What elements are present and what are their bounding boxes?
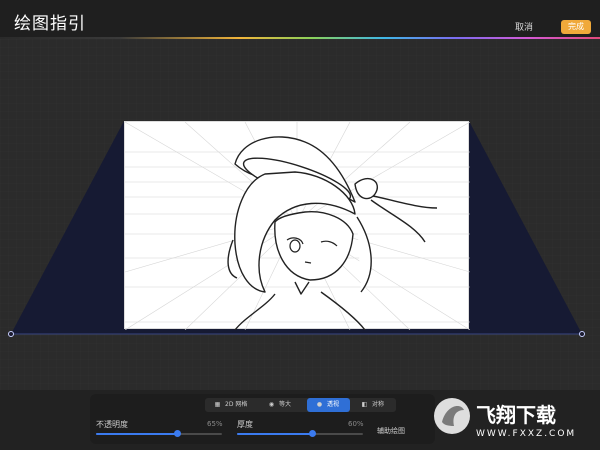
opacity-slider-fill <box>96 433 178 435</box>
right-vanishing-point-handle[interactable] <box>579 331 585 337</box>
left-vanishing-point-handle[interactable] <box>8 331 14 337</box>
perspective-icon: ● <box>316 401 323 408</box>
grid-icon: ▦ <box>214 401 221 408</box>
thickness-slider-fill <box>237 433 313 435</box>
done-button[interactable]: 完成 <box>561 20 591 34</box>
watermark-brand: 飞翔下载 <box>476 403 556 427</box>
symmetry-icon: ◧ <box>361 401 368 408</box>
thickness-value: 60% <box>348 420 364 428</box>
mode-isometric-button[interactable]: ◉ 等大 <box>267 398 301 412</box>
top-bar: 绘图指引 取消 完成 <box>0 0 600 38</box>
thickness-label: 厚度 <box>237 420 253 429</box>
assisted-drawing-toggle[interactable]: 辅助绘图 <box>377 426 405 436</box>
mode-label: 对称 <box>372 401 385 408</box>
opacity-slider[interactable] <box>96 430 222 437</box>
line-art-image <box>124 121 471 331</box>
mode-2d-grid-button[interactable]: ▦ 2D 网格 <box>213 398 255 412</box>
mode-symmetry-button[interactable]: ◧ 对称 <box>360 398 394 412</box>
mode-label: 2D 网格 <box>225 401 248 408</box>
mode-perspective-button[interactable]: ● 透视 <box>307 398 350 412</box>
watermark-url: WWW.FXXZ.COM <box>476 429 576 439</box>
thickness-slider[interactable] <box>237 430 363 437</box>
watermark-logo: 飞翔下载 WWW.FXXZ.COM <box>434 398 576 439</box>
opacity-label: 不透明度 <box>96 420 128 429</box>
page-title: 绘图指引 <box>14 14 86 34</box>
isometric-icon: ◉ <box>268 401 275 408</box>
opacity-value: 65% <box>207 420 223 428</box>
mode-label: 透视 <box>327 401 340 408</box>
artwork-canvas[interactable] <box>124 121 471 331</box>
watermark: 飞翔下载 WWW.FXXZ.COM <box>432 392 598 444</box>
guide-mode-selector: ▦ 2D 网格 ◉ 等大 ● 透视 ◧ 对称 <box>205 398 396 412</box>
mode-label: 等大 <box>279 401 292 408</box>
cancel-button[interactable]: 取消 <box>515 20 533 33</box>
